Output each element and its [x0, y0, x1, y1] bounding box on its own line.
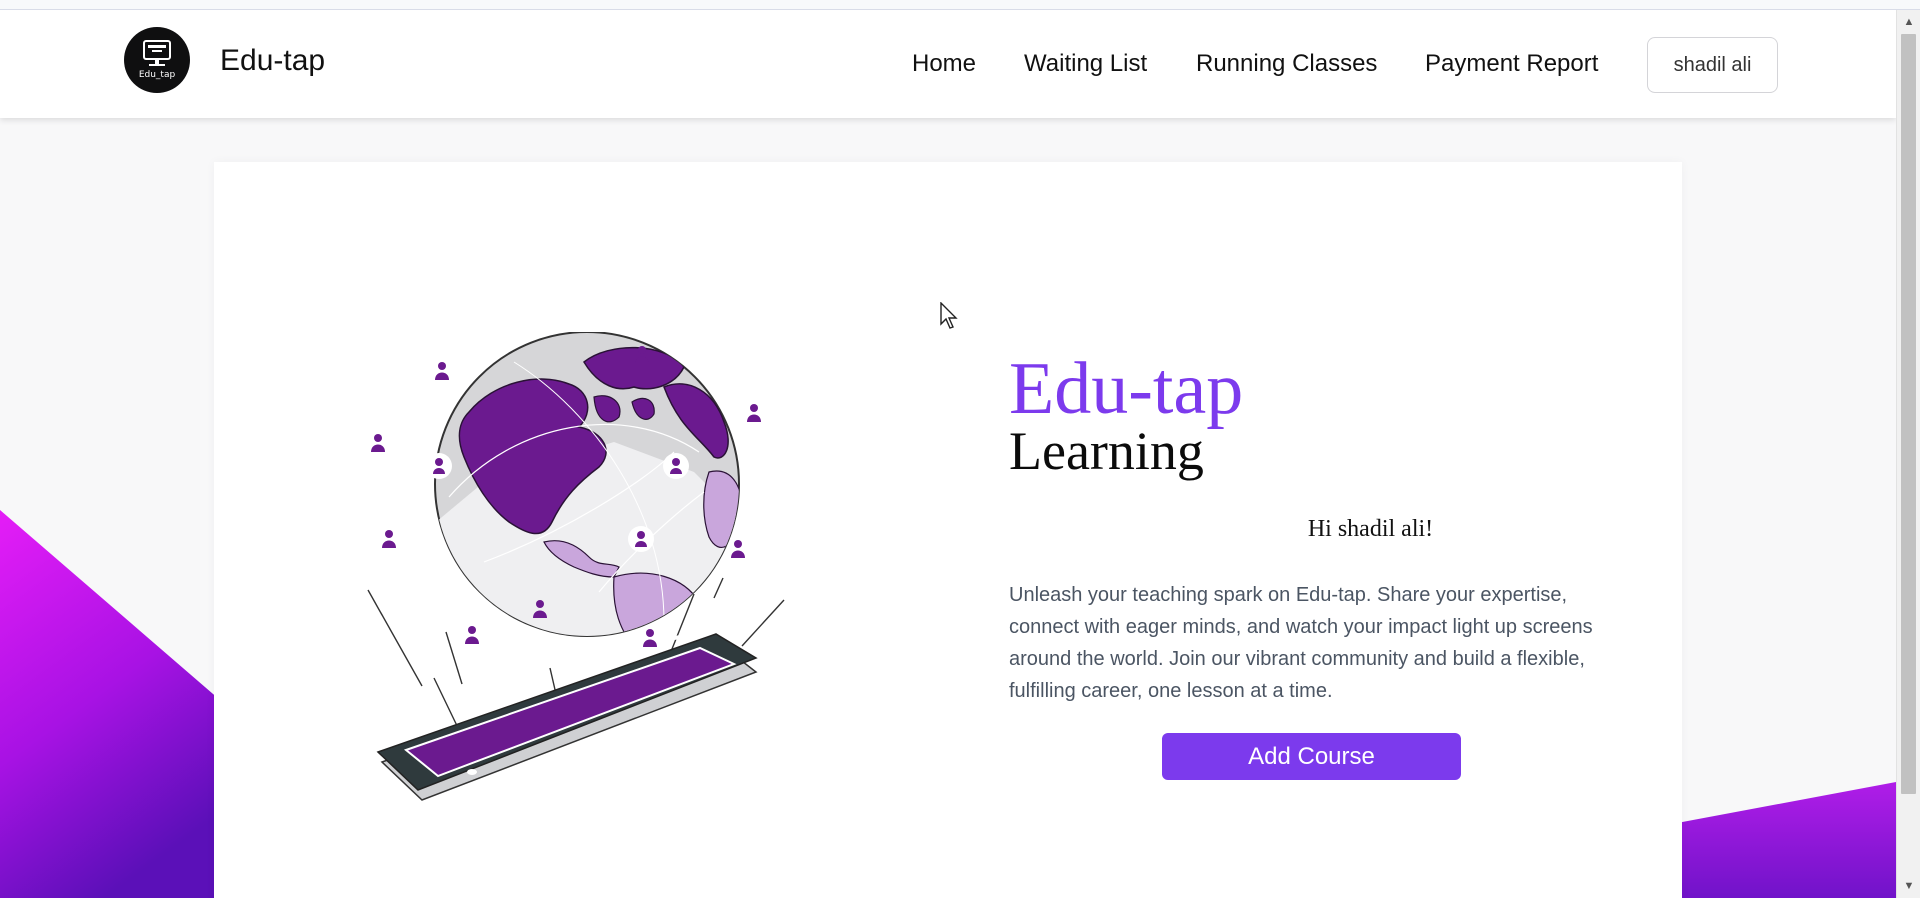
nav-link-home[interactable]: Home [912, 50, 976, 78]
vertical-scrollbar[interactable]: ▲ ▼ [1896, 10, 1920, 898]
logo[interactable]: Edu_tap [124, 27, 190, 93]
brand-name[interactable]: Edu-tap [220, 44, 325, 78]
browser-top-edge [0, 0, 1920, 10]
monitor-icon: Edu_tap [139, 40, 176, 80]
nav-link-payment-report[interactable]: Payment Report [1425, 50, 1598, 78]
greeting-label: Hi shadil ali! [1307, 516, 1434, 542]
hero-card: Edu-tap Learning Hi shadil ali! Unleash … [214, 162, 1682, 898]
mouse-cursor-icon [940, 302, 958, 329]
greeting-text: Hi shadil ali! [1009, 516, 1732, 543]
hero-title-subtitle: Learning [1009, 421, 1204, 481]
nav-link-waiting-list[interactable]: Waiting List [1024, 50, 1147, 78]
globe-tablet-illustration [367, 332, 785, 801]
decorative-gradient-left [0, 510, 220, 898]
navbar: Edu_tap Edu-tap Home Waiting List Runnin… [0, 10, 1896, 118]
hero-title-brand: Edu-tap [1009, 348, 1244, 430]
hero-description: Unleash your teaching spark on Edu-tap. … [1009, 584, 1593, 702]
scrollbar-thumb[interactable] [1901, 34, 1916, 794]
nav-link-running-classes[interactable]: Running Classes [1196, 50, 1377, 78]
scroll-up-arrow-icon[interactable]: ▲ [1897, 12, 1920, 32]
logo-text: Edu_tap [139, 70, 176, 80]
decorative-gradient-right [1650, 782, 1896, 898]
user-menu-button[interactable]: shadil ali [1647, 37, 1778, 93]
add-course-button[interactable]: Add Course [1162, 733, 1461, 780]
page: Edu_tap Edu-tap Home Waiting List Runnin… [0, 10, 1896, 898]
scroll-down-arrow-icon[interactable]: ▼ [1897, 876, 1920, 896]
